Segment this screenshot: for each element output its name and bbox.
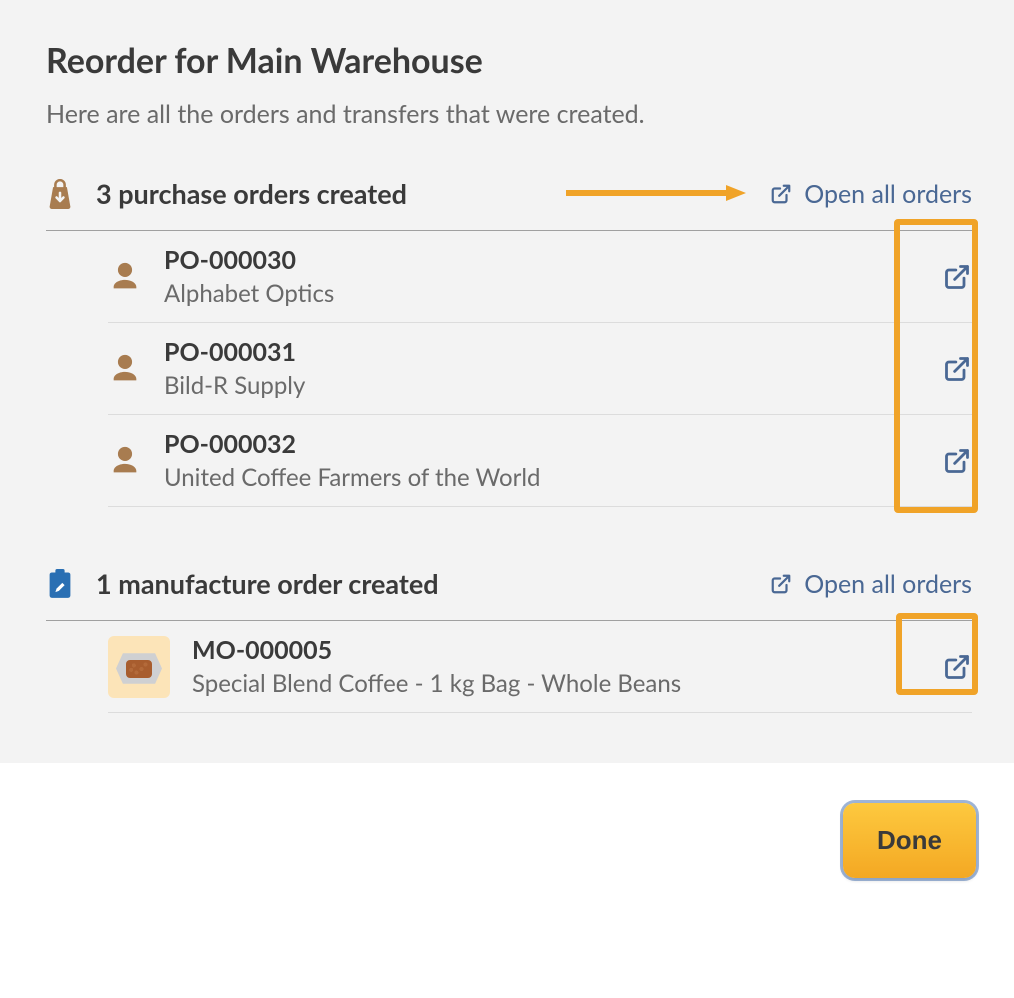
callout-arrow-icon [566,183,746,203]
external-link-icon [943,263,971,291]
manufacture-orders-title: 1 manufacture order created [96,567,439,600]
purchase-order-list: PO-000030 Alphabet Optics PO-0000 [108,231,972,507]
vendor-icon [108,352,142,386]
manufacture-order-row: MO-000005 Special Blend Coffee - 1 kg Ba… [108,621,972,713]
open-all-purchase-orders-link[interactable]: Open all orders [770,179,972,209]
page-title: Reorder for Main Warehouse [46,40,972,81]
open-order-link[interactable] [942,446,972,476]
order-product: Special Blend Coffee - 1 kg Bag - Whole … [192,669,681,698]
vendor-icon [108,260,142,294]
purchase-order-row: PO-000032 United Coffee Farmers of the W… [108,415,972,507]
open-all-manufacture-orders-label: Open all orders [804,569,972,599]
order-vendor: Bild-R Supply [164,371,305,400]
vendor-icon [108,444,142,478]
order-vendor: Alphabet Optics [164,279,334,308]
open-order-link[interactable] [942,262,972,292]
manufacture-orders-header: 1 manufacture order created Open all ord… [46,567,972,621]
open-order-link[interactable] [942,354,972,384]
purchase-order-row: PO-000030 Alphabet Optics [108,231,972,323]
shopping-bag-icon [46,179,74,209]
page-subtitle: Here are all the orders and transfers th… [46,99,972,129]
open-all-manufacture-orders-link[interactable]: Open all orders [770,569,972,599]
external-link-icon [943,447,971,475]
done-button[interactable]: Done [843,803,976,878]
external-link-icon [770,183,792,205]
external-link-icon [943,355,971,383]
purchase-orders-title: 3 purchase orders created [96,177,407,210]
external-link-icon [943,653,971,681]
open-all-purchase-orders-label: Open all orders [804,179,972,209]
product-thumbnail [108,636,170,698]
order-id: PO-000030 [164,245,334,275]
external-link-icon [770,573,792,595]
purchase-order-row: PO-000031 Bild-R Supply [108,323,972,415]
purchase-orders-header: 3 purchase orders created Open all order… [46,177,972,231]
order-id: MO-000005 [192,635,681,665]
order-id: PO-000031 [164,337,305,367]
order-vendor: United Coffee Farmers of the World [164,463,540,492]
manufacture-order-icon [46,569,74,599]
open-order-link[interactable] [942,652,972,682]
order-id: PO-000032 [164,429,540,459]
manufacture-order-list: MO-000005 Special Blend Coffee - 1 kg Ba… [108,621,972,713]
